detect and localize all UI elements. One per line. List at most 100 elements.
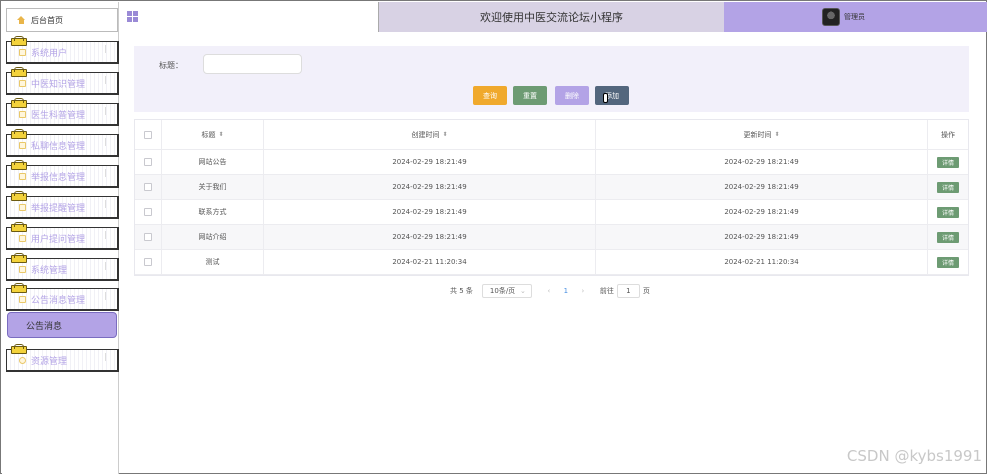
table-row: 网站公告 2024-02-29 18:21:49 2024-02-29 18:2… — [135, 150, 968, 175]
row-checkbox[interactable] — [144, 158, 152, 166]
sidebar-item-label: 资源管理 — [31, 356, 68, 367]
goto-label: 前往 — [599, 286, 614, 295]
sidebar-home-label: 后台首页 — [31, 15, 63, 25]
table-row: 网站介绍 2024-02-29 18:21:49 2024-02-29 18:2… — [135, 225, 968, 250]
binder-clip-icon — [11, 222, 27, 232]
watermark: CSDN @kybs1991 — [846, 447, 982, 465]
goto-page-input[interactable]: 1 — [616, 283, 640, 298]
binder-clip-icon — [11, 344, 27, 354]
page-corner-icon — [105, 138, 111, 146]
document-icon — [19, 79, 26, 87]
page-size-value: 10条/页 — [489, 286, 516, 295]
sort-icon[interactable]: ⬍ — [774, 131, 779, 138]
sidebar: 后台首页 系统用户 中医知识管理 医生科普管理 私聊信息管理 举报信息管理 举报… — [2, 2, 119, 474]
binder-clip-icon — [11, 67, 27, 77]
cell-title: 关于我们 — [162, 175, 264, 199]
sidebar-item-system-users[interactable]: 系统用户 — [6, 36, 119, 64]
select-all-checkbox[interactable] — [144, 130, 152, 139]
detail-button[interactable]: 详情 — [937, 156, 959, 168]
document-icon — [19, 141, 26, 149]
page-title: 欢迎使用中医交流论坛小程序 — [379, 2, 724, 32]
sidebar-item-label: 用户提问管理 — [31, 234, 86, 245]
detail-button[interactable]: 详情 — [937, 231, 959, 243]
sort-icon[interactable]: ⬍ — [442, 131, 447, 138]
prev-page-icon[interactable]: ‹ — [542, 287, 556, 295]
binder-clip-icon — [11, 283, 27, 293]
sidebar-item-label: 公告消息管理 — [31, 295, 86, 306]
user-area[interactable]: 管理员 — [724, 2, 987, 32]
delete-button[interactable]: 删除 — [555, 86, 589, 105]
avatar[interactable] — [822, 8, 840, 26]
home-icon — [17, 16, 25, 24]
page-corner-icon — [105, 353, 111, 361]
column-updated[interactable]: 更新时间 ⬍ — [596, 120, 928, 149]
row-checkbox[interactable] — [144, 258, 152, 266]
column-title-label: 标题 — [201, 130, 216, 139]
detail-button[interactable]: 详情 — [937, 181, 959, 193]
table-row: 联系方式 2024-02-29 18:21:49 2024-02-29 18:2… — [135, 200, 968, 225]
page-corner-icon — [105, 200, 111, 208]
row-checkbox[interactable] — [144, 183, 152, 191]
cell-title: 测试 — [162, 250, 264, 274]
title-label: 标题： — [159, 61, 183, 70]
sidebar-item-system-management[interactable]: 系统管理 — [6, 253, 119, 281]
sort-icon[interactable]: ⬍ — [218, 131, 223, 138]
pagination-total: 共 5 条 — [450, 286, 473, 295]
app-window: 后台首页 系统用户 中医知识管理 医生科普管理 私聊信息管理 举报信息管理 举报… — [0, 0, 987, 474]
column-created[interactable]: 创建时间 ⬍ — [264, 120, 596, 149]
column-title[interactable]: 标题 ⬍ — [162, 120, 264, 149]
cell-updated: 2024-02-29 18:21:49 — [596, 175, 928, 199]
detail-button[interactable]: 详情 — [937, 256, 959, 268]
cell-updated: 2024-02-29 18:21:49 — [596, 150, 928, 174]
page-corner-icon — [105, 107, 111, 115]
title-search-input[interactable] — [203, 54, 302, 74]
announcement-table: 标题 ⬍ 创建时间 ⬍ 更新时间 ⬍ 操作 网站公告 2024-02-29 18:21… — [134, 119, 969, 276]
sidebar-item-private-messages[interactable]: 私聊信息管理 — [6, 129, 119, 157]
cell-created: 2024-02-29 18:21:49 — [264, 200, 596, 224]
sidebar-item-report-reminders[interactable]: 举报提醒管理 — [6, 191, 119, 219]
cell-updated: 2024-02-21 11:20:34 — [596, 250, 928, 274]
user-icon — [19, 48, 26, 56]
add-button[interactable]: 添加 — [595, 86, 629, 105]
next-page-icon[interactable]: › — [576, 287, 590, 295]
page-number[interactable]: 1 — [556, 287, 576, 295]
page-size-select[interactable]: 10条/页 ⌄ — [481, 283, 532, 298]
cell-title: 网站公告 — [162, 150, 264, 174]
sidebar-item-announcement-management[interactable]: 公告消息管理 — [6, 283, 119, 311]
sidebar-item-doctor-science[interactable]: 医生科普管理 — [6, 98, 119, 126]
page-corner-icon — [105, 45, 111, 53]
binder-clip-icon — [11, 253, 27, 263]
sidebar-item-label: 私聊信息管理 — [31, 141, 86, 152]
row-checkbox[interactable] — [144, 208, 152, 216]
sidebar-item-label: 医生科普管理 — [31, 110, 86, 121]
header-left — [119, 2, 379, 32]
reset-button[interactable]: 重置 — [513, 86, 547, 105]
sidebar-item-reports[interactable]: 举报信息管理 — [6, 160, 119, 188]
sidebar-item-label: 系统管理 — [31, 265, 68, 276]
select-all-cell — [135, 120, 162, 149]
column-operation: 操作 — [941, 130, 955, 139]
sidebar-item-label: 系统用户 — [31, 48, 68, 59]
cell-created: 2024-02-29 18:21:49 — [264, 150, 596, 174]
sidebar-item-user-questions[interactable]: 用户提问管理 — [6, 222, 119, 250]
cell-title: 联系方式 — [162, 200, 264, 224]
page-corner-icon — [105, 231, 111, 239]
menu-grid-icon[interactable] — [127, 11, 138, 22]
page-corner-icon — [105, 262, 111, 270]
sidebar-home[interactable]: 后台首页 — [6, 8, 118, 32]
table-header-row: 标题 ⬍ 创建时间 ⬍ 更新时间 ⬍ 操作 — [135, 120, 968, 150]
binder-clip-icon — [11, 98, 27, 108]
search-panel: 标题： 查询 重置 删除 添加 — [134, 46, 969, 112]
binder-clip-icon — [11, 160, 27, 170]
sidebar-subitem-announcements[interactable]: 公告消息 — [7, 312, 117, 338]
detail-button[interactable]: 详情 — [937, 206, 959, 218]
sidebar-item-resources[interactable]: 资源管理 — [6, 344, 119, 372]
document-icon — [19, 234, 26, 242]
query-button[interactable]: 查询 — [473, 86, 507, 105]
info-icon — [19, 295, 26, 303]
sidebar-item-label: 举报信息管理 — [31, 172, 86, 183]
cell-updated: 2024-02-29 18:21:49 — [596, 225, 928, 249]
sidebar-item-tcm-knowledge[interactable]: 中医知识管理 — [6, 67, 119, 95]
row-checkbox[interactable] — [144, 233, 152, 241]
binder-clip-icon — [11, 129, 27, 139]
